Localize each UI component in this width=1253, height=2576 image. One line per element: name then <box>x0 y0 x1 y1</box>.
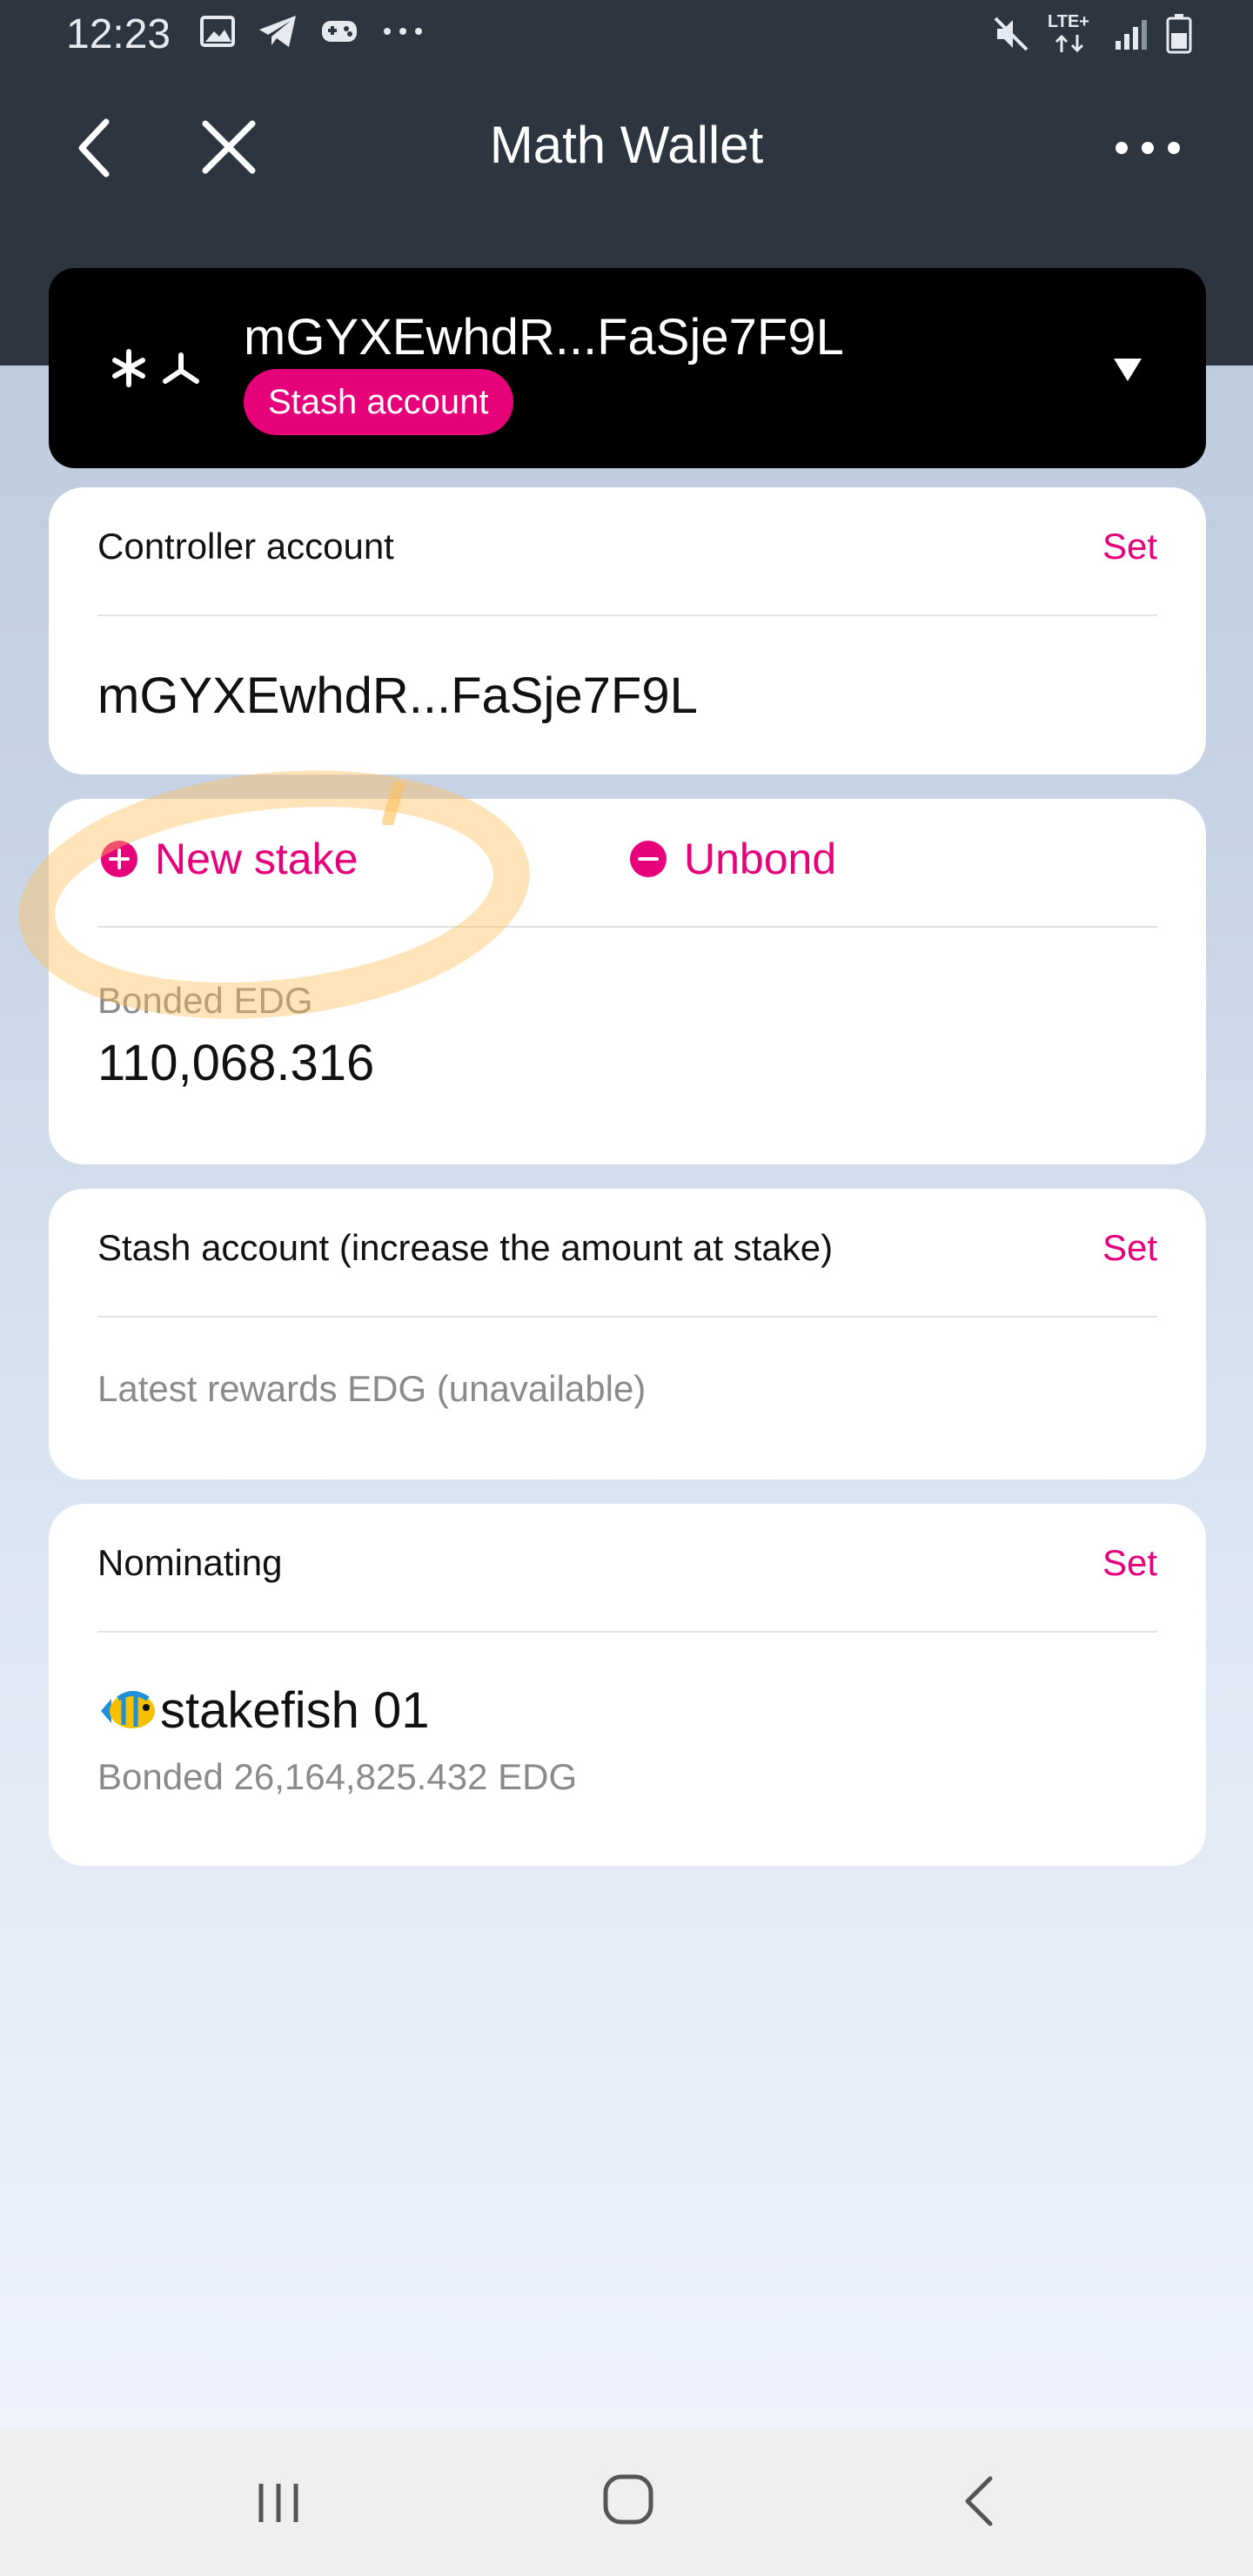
back-arrow-icon[interactable] <box>68 113 124 183</box>
stash-account-label: Stash account (increase the amount at st… <box>97 1227 834 1268</box>
divider <box>97 614 1157 616</box>
status-icons-right: LTE+ <box>992 12 1192 56</box>
battery-icon <box>1166 14 1192 54</box>
minus-circle-icon <box>630 841 667 877</box>
divider <box>97 926 1157 928</box>
lte-icon: LTE+ <box>1048 12 1096 56</box>
home-icon[interactable] <box>600 2472 656 2527</box>
status-bar: 12:23 LTE+ <box>0 0 1253 78</box>
system-nav-bar <box>0 2430 1253 2576</box>
controller-account-address: mGYXEwhdR...FaSje7F9L <box>97 667 698 724</box>
status-icons-left <box>200 14 425 49</box>
bond-card: New stake Unbond Bonded EDG 110,068.316 <box>49 799 1206 1164</box>
new-stake-label: New stake <box>155 835 358 883</box>
nav-back-icon[interactable] <box>957 2473 1001 2529</box>
validator-bonded: Bonded 26,164,825.432 EDG <box>97 1756 578 1797</box>
nominating-label: Nominating <box>97 1542 283 1583</box>
more-dots-icon <box>384 28 422 35</box>
unbond-button[interactable]: Unbond <box>630 834 836 884</box>
nominating-card: Nominating Set stakefish 01 Bonded 26,16… <box>49 1504 1206 1866</box>
nominating-set-button[interactable]: Set <box>1102 1542 1157 1584</box>
unbond-label: Unbond <box>684 835 837 883</box>
status-time: 12:23 <box>66 11 171 57</box>
gallery-icon <box>200 16 235 47</box>
annotation-tick <box>382 782 405 825</box>
polkadot-identicon-icon <box>112 349 199 387</box>
controller-account-card: Controller account Set mGYXEwhdR...FaSje… <box>49 487 1206 775</box>
validator-name: stakefish 01 <box>160 1682 430 1739</box>
tropical-fish-icon <box>101 1690 155 1728</box>
bonded-edg-value: 110,068.316 <box>97 1035 375 1091</box>
close-icon[interactable] <box>198 117 259 178</box>
validator-item[interactable]: stakefish 01 <box>97 1681 430 1740</box>
network-type: LTE+ <box>1048 12 1089 31</box>
telegram-icon <box>259 16 296 47</box>
recents-icon[interactable] <box>252 2477 305 2529</box>
latest-rewards-label: Latest rewards EDG (unavailable) <box>97 1368 647 1409</box>
new-stake-button[interactable]: New stake <box>101 834 358 884</box>
page-title: Math Wallet <box>489 116 764 174</box>
account-type-badge: Stash account <box>244 369 513 435</box>
stash-set-button[interactable]: Set <box>1102 1227 1157 1269</box>
controller-set-button[interactable]: Set <box>1102 526 1157 567</box>
more-menu-icon[interactable] <box>1109 131 1187 165</box>
game-icon <box>322 21 357 42</box>
account-address: mGYXEwhdR...FaSje7F9L <box>244 309 844 366</box>
plus-circle-icon <box>101 841 137 877</box>
divider <box>97 1631 1157 1633</box>
mute-icon <box>994 17 1029 51</box>
dropdown-triangle-icon[interactable] <box>1110 353 1145 385</box>
stash-account-card: Stash account (increase the amount at st… <box>49 1189 1206 1479</box>
controller-account-label: Controller account <box>97 526 394 567</box>
bonded-edg-label: Bonded EDG <box>97 980 313 1021</box>
signal-icon <box>1116 20 1147 50</box>
divider <box>97 1316 1157 1318</box>
account-selector[interactable]: mGYXEwhdR...FaSje7F9L Stash account <box>49 268 1206 468</box>
